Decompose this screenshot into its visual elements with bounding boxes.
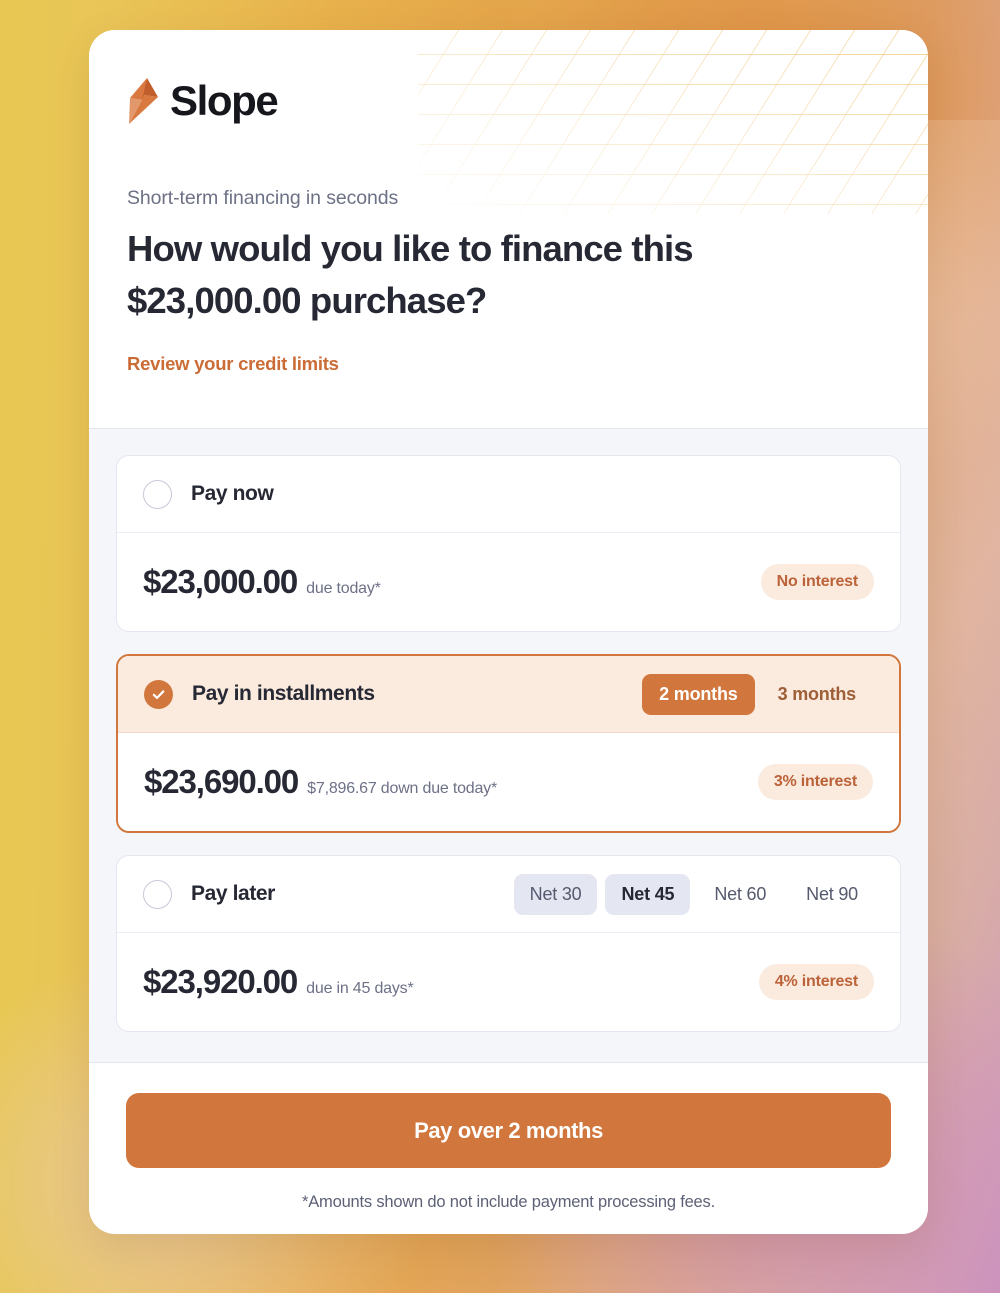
option-pay-now-amount: $23,000.00 bbox=[143, 563, 297, 601]
option-pay-in-installments-header[interactable]: Pay in installments 2 months 3 months bbox=[118, 656, 899, 733]
option-pay-in-installments-interest-badge: 3% interest bbox=[758, 764, 873, 800]
term-option-2-months[interactable]: 2 months bbox=[642, 674, 754, 715]
option-pay-later-interest-badge: 4% interest bbox=[759, 964, 874, 1000]
term-option-3-months[interactable]: 3 months bbox=[761, 674, 873, 715]
radio-checked-icon[interactable] bbox=[144, 680, 173, 709]
installment-term-toggle: 2 months 3 months bbox=[642, 674, 873, 715]
option-pay-in-installments-amount-group: $23,690.00 $7,896.67 down due today* bbox=[144, 763, 497, 801]
option-pay-in-installments-amount: $23,690.00 bbox=[144, 763, 298, 801]
option-pay-now-interest-badge: No interest bbox=[761, 564, 874, 600]
option-pay-in-installments-details: $23,690.00 $7,896.67 down due today* 3% … bbox=[118, 733, 899, 831]
brand-name: Slope bbox=[170, 80, 277, 122]
fees-disclaimer: *Amounts shown do not include payment pr… bbox=[126, 1193, 891, 1212]
net-option-net-30[interactable]: Net 30 bbox=[514, 874, 598, 915]
review-credit-limits-link[interactable]: Review your credit limits bbox=[127, 353, 339, 375]
checkout-card: Slope Short-term financing in seconds Ho… bbox=[89, 30, 928, 1234]
option-pay-later-amount-group: $23,920.00 due in 45 days* bbox=[143, 963, 413, 1001]
lightning-bolt-icon bbox=[127, 78, 161, 124]
card-header: Slope Short-term financing in seconds Ho… bbox=[89, 30, 928, 428]
option-pay-later-amount: $23,920.00 bbox=[143, 963, 297, 1001]
option-pay-in-installments[interactable]: Pay in installments 2 months 3 months $2… bbox=[116, 654, 901, 833]
page-title: How would you like to finance this $23,0… bbox=[127, 223, 787, 327]
option-pay-later-details: $23,920.00 due in 45 days* 4% interest bbox=[117, 933, 900, 1031]
option-pay-later-amount-note: due in 45 days* bbox=[306, 980, 413, 998]
net-option-net-90[interactable]: Net 90 bbox=[790, 874, 874, 915]
net-option-net-60[interactable]: Net 60 bbox=[698, 874, 782, 915]
option-pay-now[interactable]: Pay now $23,000.00 due today* No interes… bbox=[116, 455, 901, 632]
radio-unchecked-icon[interactable] bbox=[143, 480, 172, 509]
option-pay-later-header[interactable]: Pay later Net 30 Net 45 Net 60 Net 90 bbox=[117, 856, 900, 933]
card-footer: Pay over 2 months *Amounts shown do not … bbox=[89, 1063, 928, 1212]
option-pay-now-label: Pay now bbox=[191, 482, 273, 506]
option-pay-now-details: $23,000.00 due today* No interest bbox=[117, 533, 900, 631]
net-terms-toggle: Net 30 Net 45 Net 60 Net 90 bbox=[514, 874, 874, 915]
option-pay-now-amount-note: due today* bbox=[306, 580, 381, 598]
option-pay-now-header[interactable]: Pay now bbox=[117, 456, 900, 533]
header-eyebrow: Short-term financing in seconds bbox=[127, 187, 890, 210]
option-pay-in-installments-amount-note: $7,896.67 down due today* bbox=[307, 780, 497, 798]
net-option-net-45[interactable]: Net 45 bbox=[605, 874, 690, 915]
radio-unchecked-icon[interactable] bbox=[143, 880, 172, 909]
brand-logo: Slope bbox=[127, 30, 890, 124]
financing-options-list: Pay now $23,000.00 due today* No interes… bbox=[89, 428, 928, 1063]
option-pay-in-installments-label: Pay in installments bbox=[192, 682, 375, 706]
option-pay-later-label: Pay later bbox=[191, 882, 275, 906]
option-pay-later[interactable]: Pay later Net 30 Net 45 Net 60 Net 90 $2… bbox=[116, 855, 901, 1032]
option-pay-now-amount-group: $23,000.00 due today* bbox=[143, 563, 381, 601]
submit-payment-button[interactable]: Pay over 2 months bbox=[126, 1093, 891, 1168]
